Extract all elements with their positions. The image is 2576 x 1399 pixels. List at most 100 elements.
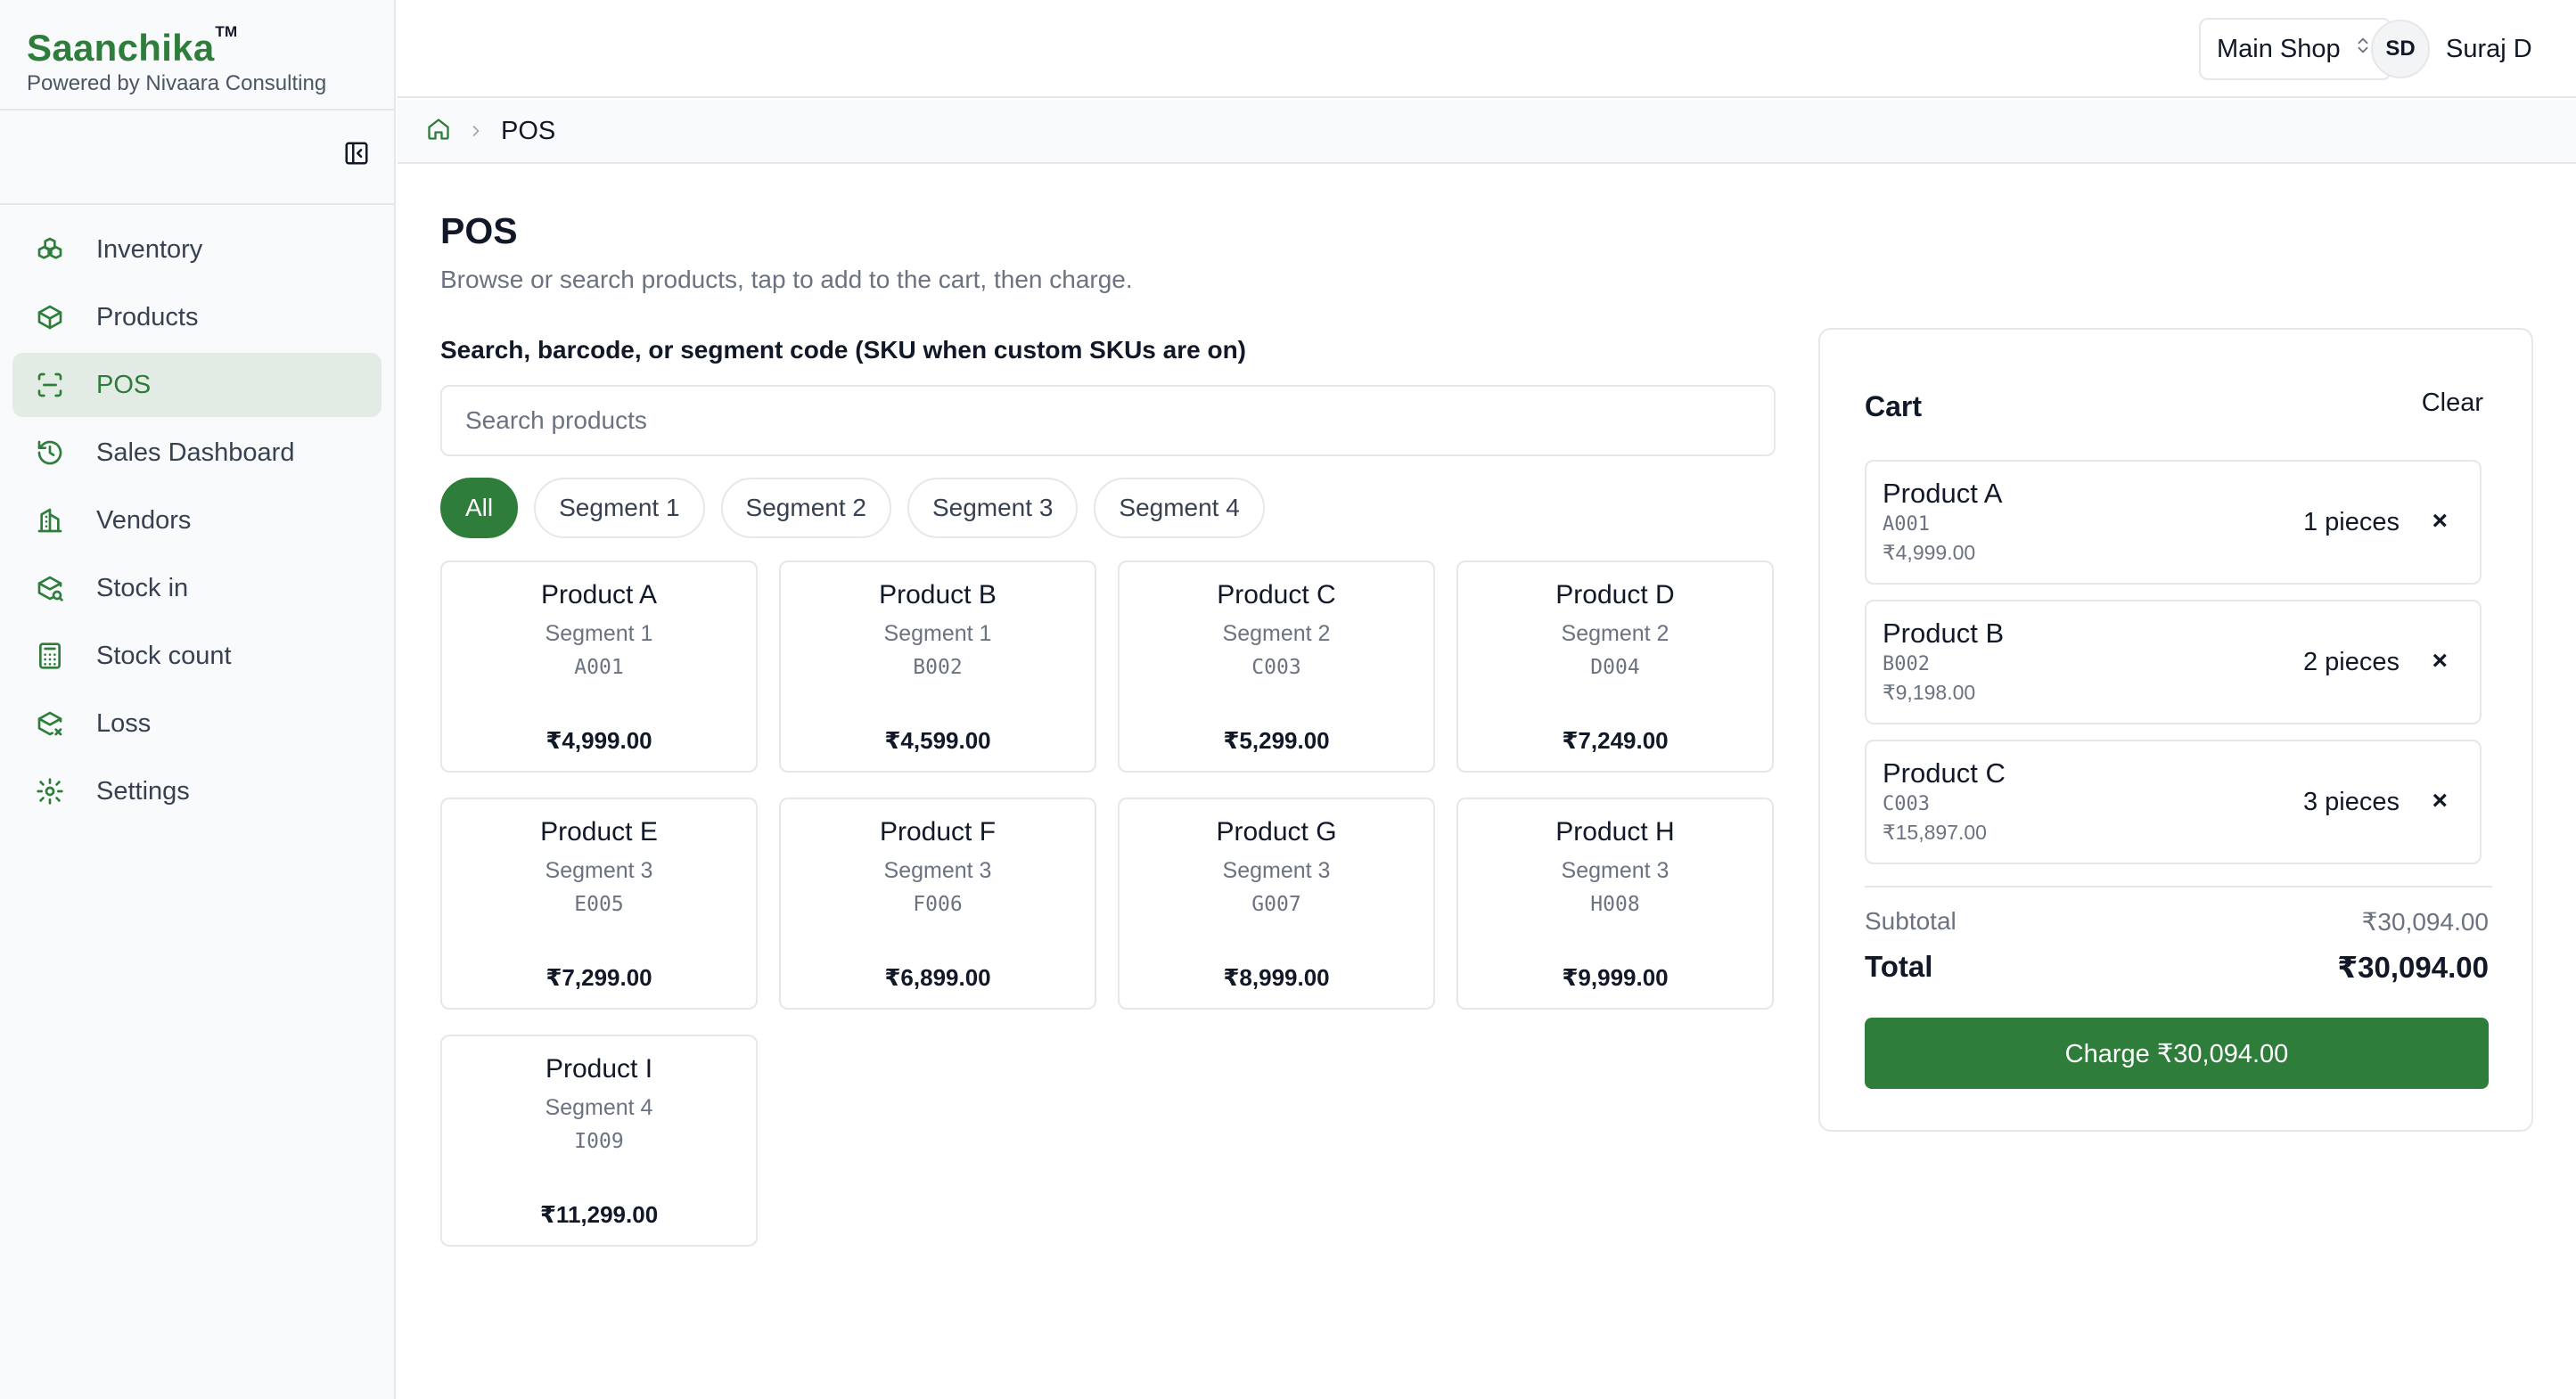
cart-item: Product C C003 ₹15,897.00 3 pieces × [1865,740,2482,864]
clear-cart-button[interactable]: Clear [2422,389,2483,418]
sidebar-item-inventory[interactable]: Inventory [12,217,381,282]
product-segment: Segment 3 [1222,858,1331,883]
building-icon [34,504,66,536]
product-name: Product C [1217,580,1336,610]
filter-chip-segment-4[interactable]: Segment 4 [1094,478,1265,538]
product-code: C003 [1251,656,1301,679]
product-price: ₹7,299.00 [546,964,652,991]
sidebar-item-settings[interactable]: Settings [12,759,381,823]
sidebar-item-label: Stock count [96,641,232,670]
sidebar-item-stock-count[interactable]: Stock count [12,624,381,688]
filter-chip-segment-3[interactable]: Segment 3 [907,478,1079,538]
sidebar-item-label: POS [96,370,152,399]
sidebar-item-products[interactable]: Products [12,285,381,349]
brand-trademark: TM [215,23,238,40]
product-segment: Segment 4 [545,1095,653,1120]
product-price: ₹5,299.00 [1223,727,1330,754]
sidebar-item-label: Stock in [96,573,189,602]
brand-block: Saanchika TM Powered by Nivaara Consultin… [0,0,394,110]
calculator-icon [34,640,66,672]
sidebar-item-stock-in[interactable]: Stock in [12,556,381,620]
brand-name: Saanchika [27,27,215,69]
product-segment: Segment 1 [545,621,653,646]
page-title: POS [440,210,518,251]
sidebar-nav: Inventory Products POS Sales Dashboard Vendo… [0,205,394,823]
product-name: Product D [1555,580,1675,610]
product-name: Product E [540,817,658,847]
product-card[interactable]: Product I Segment 4 I009 ₹11,299.00 [440,1035,758,1247]
filter-chip-segment-1[interactable]: Segment 1 [534,478,705,538]
product-card[interactable]: Product H Segment 3 H008 ₹9,999.00 [1456,798,1774,1010]
cart-item-price: ₹4,999.00 [1883,541,1976,564]
sidebar-item-label: Loss [96,708,152,738]
product-code: H008 [1590,893,1640,916]
cart-title: Cart [1865,390,1923,422]
product-card[interactable]: Product A Segment 1 A001 ₹4,999.00 [440,560,758,773]
product-name: Product F [879,817,997,847]
product-card[interactable]: Product B Segment 1 B002 ₹4,599.00 [779,560,1096,773]
sidebar-collapse-button[interactable] [340,137,373,169]
product-card[interactable]: Product C Segment 2 C003 ₹5,299.00 [1118,560,1435,773]
product-segment: Segment 1 [883,621,992,646]
product-price: ₹7,249.00 [1562,727,1669,754]
product-code: B002 [913,656,963,679]
segment-filter-bar: All Segment 1 Segment 2 Segment 3 Segment 4 [440,478,1281,538]
shop-selector[interactable]: Main Shop [2199,18,2391,80]
breadcrumb-current: POS [501,116,556,145]
product-name: Product B [879,580,997,610]
product-price: ₹6,899.00 [884,964,991,991]
sidebar-item-pos[interactable]: POS [12,353,381,417]
shop-selector-value: Main Shop [2217,34,2341,63]
history-icon [34,437,66,469]
cart-item: Product A A001 ₹4,999.00 1 pieces × [1865,460,2482,585]
filter-chip-all[interactable]: All [440,478,519,538]
cart-item-price: ₹9,198.00 [1883,681,1976,704]
cart-panel: Cart Clear Product A A001 ₹4,999.00 1 piece… [1818,328,2533,1132]
cart-item-quantity[interactable]: 2 pieces [2303,648,2400,677]
product-card[interactable]: Product G Segment 3 G007 ₹8,999.00 [1118,798,1435,1010]
remove-item-icon[interactable]: × [2432,646,2448,676]
package-x-icon [34,708,66,740]
sidebar-item-label: Products [96,302,199,331]
boxes-icon [34,233,66,266]
search-label: Search, barcode, or segment code (SKU wh… [440,336,1246,364]
gear-icon [34,775,66,807]
breadcrumb: POS [398,100,2576,164]
sidebar-item-label: Vendors [96,505,192,535]
top-bar: Main Shop [398,0,2576,98]
product-code: G007 [1251,893,1301,916]
charge-button[interactable]: Charge ₹30,094.00 [1865,1018,2489,1089]
product-card[interactable]: Product F Segment 3 F006 ₹6,899.00 [779,798,1096,1010]
search-input[interactable] [440,385,1776,456]
product-card[interactable]: Product D Segment 2 D004 ₹7,249.00 [1456,560,1774,773]
sidebar-item-sales-dashboard[interactable]: Sales Dashboard [12,421,381,485]
sidebar-item-label: Sales Dashboard [96,438,295,467]
sidebar-item-vendors[interactable]: Vendors [12,488,381,552]
product-segment: Segment 3 [1561,858,1669,883]
product-price: ₹4,999.00 [546,727,652,754]
chevrons-up-down-icon [2353,33,2373,65]
cart-item-quantity[interactable]: 3 pieces [2303,788,2400,817]
home-icon[interactable] [426,117,451,146]
cart-item-name: Product A [1883,478,2003,509]
product-code: D004 [1590,656,1640,679]
product-name: Product G [1216,817,1337,847]
product-name: Product A [540,580,658,610]
chevron-right-icon [467,122,485,140]
remove-item-icon[interactable]: × [2432,506,2448,536]
product-name: Product I [545,1054,653,1084]
sidebar-item-loss[interactable]: Loss [12,691,381,756]
user-menu[interactable]: SD Suraj D [2371,20,2532,78]
remove-item-icon[interactable]: × [2432,786,2448,816]
sidebar-item-label: Inventory [96,234,203,264]
cart-item-name: Product C [1883,757,2006,789]
cart-divider [1865,886,2492,888]
cart-item-quantity[interactable]: 1 pieces [2303,508,2400,537]
product-name: Product H [1555,817,1675,847]
product-segment: Segment 2 [1561,621,1669,646]
product-grid: Product A Segment 1 A001 ₹4,999.00 Product B… [440,560,1776,1247]
sidebar: Saanchika TM Powered by Nivaara Consultin… [0,0,396,1399]
sidebar-item-label: Settings [96,776,190,806]
filter-chip-segment-2[interactable]: Segment 2 [720,478,891,538]
product-card[interactable]: Product E Segment 3 E005 ₹7,299.00 [440,798,758,1010]
